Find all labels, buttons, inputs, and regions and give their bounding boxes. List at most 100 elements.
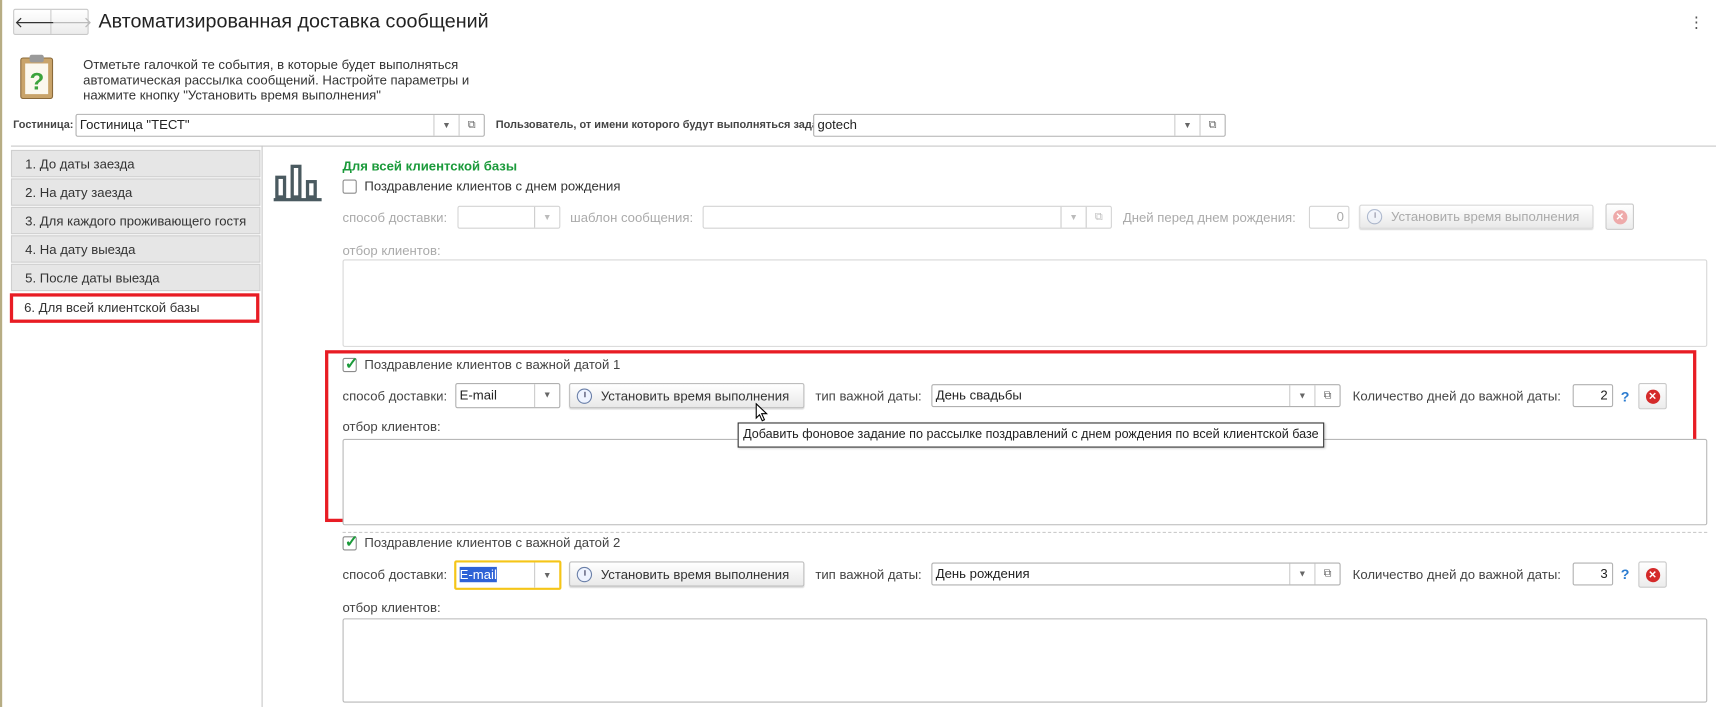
important1-delivery-value: E-mail [459, 387, 497, 403]
important2-delivery-value: E-mail [459, 566, 497, 583]
open-icon[interactable]: ⧉ [458, 114, 484, 136]
info-line: Отметьте галочкой те события, в которые … [83, 56, 459, 73]
dropdown-arrow-icon[interactable]: ▼ [1060, 206, 1085, 228]
tab-all-clients[interactable]: 6. Для всей клиентской базы [9, 293, 260, 323]
important2-schedule-button[interactable]: Установить время выполнения [569, 561, 805, 587]
birthday-delivery-value [459, 207, 535, 228]
clock-icon [1366, 209, 1383, 225]
important2-delete-button[interactable]: ✕ [1638, 561, 1667, 588]
important2-checkbox-label: Поздравление клиентов с важной датой 2 [364, 535, 621, 551]
hotel-field[interactable]: Гостиница "ТЕСТ" ▼ ⧉ [75, 113, 485, 137]
forward-button[interactable]: 🡒 [51, 10, 92, 34]
tab-each-guest[interactable]: 3. Для каждого проживающего гостя [10, 206, 261, 235]
nav-buttons: 🡐 🡒 [13, 8, 93, 36]
tab-before-checkin[interactable]: 1. До даты заезда [10, 149, 261, 178]
important2-date-type-label: тип важной даты: [815, 566, 922, 583]
dropdown-arrow-icon[interactable]: ▼ [1289, 563, 1314, 585]
important1-filter-label: отбор клиентов: [342, 419, 441, 435]
more-menu-button[interactable]: ⋮ [1689, 13, 1704, 32]
birthday-template-value [704, 207, 1061, 228]
app-window: 🡐 🡒 Автоматизированная доставка сообщени… [0, 0, 1716, 707]
help-icon[interactable]: ? [1621, 389, 1630, 405]
important2-date-type-field[interactable]: День рождения ▼ ⧉ [931, 562, 1341, 586]
info-text: Отметьте галочкой те события, в которые … [83, 57, 469, 103]
important2-delivery-select[interactable]: E-mail ▼ [454, 560, 562, 590]
clock-icon [576, 566, 593, 582]
user-value: gotech [817, 117, 857, 133]
open-icon[interactable]: ⧉ [1085, 206, 1111, 228]
bar-chart-icon [273, 162, 322, 205]
open-icon[interactable]: ⧉ [1314, 563, 1339, 585]
back-button[interactable]: 🡐 [14, 9, 55, 34]
clock-icon [576, 387, 593, 404]
sidebar-divider [261, 145, 263, 707]
important2-filter-label: отбор клиентов: [342, 599, 441, 616]
birthday-template-label: шаблон сообщения: [570, 210, 694, 226]
clipboard-question-icon: ? [18, 53, 57, 104]
important1-days-input[interactable]: 2 [1572, 384, 1614, 408]
dropdown-arrow-icon[interactable]: ▼ [1174, 114, 1199, 136]
important1-schedule-button[interactable]: Установить время выполнения [569, 383, 805, 409]
birthday-checkbox-label: Поздравление клиентов с днем рождения [364, 178, 621, 194]
birthday-days-input[interactable]: 0 [1308, 205, 1350, 229]
mouse-cursor-icon [755, 402, 769, 426]
tooltip: Добавить фоновое задание по рассылке поз… [737, 422, 1325, 448]
important2-date-type-value: День рождения [935, 565, 1030, 582]
tab-after-checkout[interactable]: 5. После даты выезда [10, 263, 261, 292]
dropdown-arrow-icon[interactable]: ▼ [534, 562, 559, 588]
button-label: Установить время выполнения [600, 387, 790, 404]
important2-filter-textarea[interactable] [342, 618, 1708, 703]
important2-days-value: 3 [1600, 565, 1608, 582]
important1-date-type-field[interactable]: День свадьбы ▼ ⧉ [931, 384, 1341, 408]
important2-days-label: Количество дней до важной даты: [1352, 566, 1561, 583]
delete-icon: ✕ [1645, 567, 1660, 582]
birthday-days-label: Дней перед днем рождения: [1122, 210, 1296, 226]
important2-delivery-label: способ доставки: [342, 566, 448, 583]
important2-days-input[interactable]: 3 [1572, 562, 1614, 586]
checkmark-icon: ✓ [344, 354, 359, 374]
button-label: Установить время выполнения [1390, 209, 1580, 225]
user-field[interactable]: gotech ▼ ⧉ [813, 113, 1226, 137]
important2-checkbox[interactable]: ✓ [342, 533, 359, 552]
delete-icon: ✕ [1645, 389, 1660, 404]
birthday-delete-button[interactable]: ✕ [1605, 203, 1634, 230]
important1-days-value: 2 [1600, 387, 1608, 403]
open-icon[interactable]: ⧉ [1199, 114, 1224, 136]
important1-delivery-select[interactable]: E-mail ▼ [455, 383, 561, 409]
tab-checkout-date[interactable]: 4. На дату выезда [10, 235, 261, 263]
birthday-schedule-button[interactable]: Установить время выполнения [1359, 204, 1594, 229]
important1-checkbox[interactable]: ✓ [342, 355, 359, 373]
checkmark-icon: ✓ [344, 532, 359, 552]
important1-delete-button[interactable]: ✕ [1638, 383, 1667, 410]
tab-checkin-date[interactable]: 2. На дату заезда [10, 178, 261, 206]
dropdown-arrow-icon[interactable]: ▼ [433, 114, 458, 136]
important1-days-label: Количество дней до важной даты: [1352, 388, 1561, 404]
birthday-days-value: 0 [1336, 209, 1344, 225]
important1-checkbox-label: Поздравление клиентов с важной датой 1 [364, 356, 621, 373]
birthday-delivery-select[interactable]: ▼ [457, 205, 561, 229]
birthday-filter-textarea[interactable] [342, 259, 1708, 347]
open-icon[interactable]: ⧉ [1314, 385, 1339, 407]
hotel-value: Гостиница "ТЕСТ" [79, 117, 190, 133]
hotel-label: Гостиница: [13, 119, 74, 132]
birthday-checkbox[interactable] [342, 179, 357, 194]
birthday-template-field[interactable]: ▼ ⧉ [702, 205, 1112, 229]
important1-date-type-value: День свадьбы [935, 387, 1022, 403]
help-icon[interactable]: ? [1621, 566, 1630, 582]
info-line: автоматическая рассылка сообщений. Настр… [83, 72, 470, 88]
important1-filter-textarea[interactable] [342, 438, 1708, 526]
svg-text:?: ? [30, 69, 45, 96]
birthday-delivery-label: способ доставки: [342, 210, 448, 226]
delete-icon: ✕ [1612, 209, 1627, 224]
window-border [0, 0, 3, 707]
important1-delivery-label: способ доставки: [342, 388, 448, 404]
important1-date-type-label: тип важной даты: [815, 388, 922, 404]
button-label: Установить время выполнения [600, 566, 790, 582]
dropdown-arrow-icon[interactable]: ▼ [534, 206, 559, 228]
user-label: Пользователь, от имени которого будут вы… [495, 119, 842, 132]
dropdown-arrow-icon[interactable]: ▼ [1289, 385, 1314, 407]
content-top-divider [10, 145, 1716, 147]
page-title: Автоматизированная доставка сообщений [98, 9, 489, 32]
dropdown-arrow-icon[interactable]: ▼ [534, 384, 559, 408]
info-line: нажмите кнопку "Установить время выполне… [83, 87, 381, 103]
